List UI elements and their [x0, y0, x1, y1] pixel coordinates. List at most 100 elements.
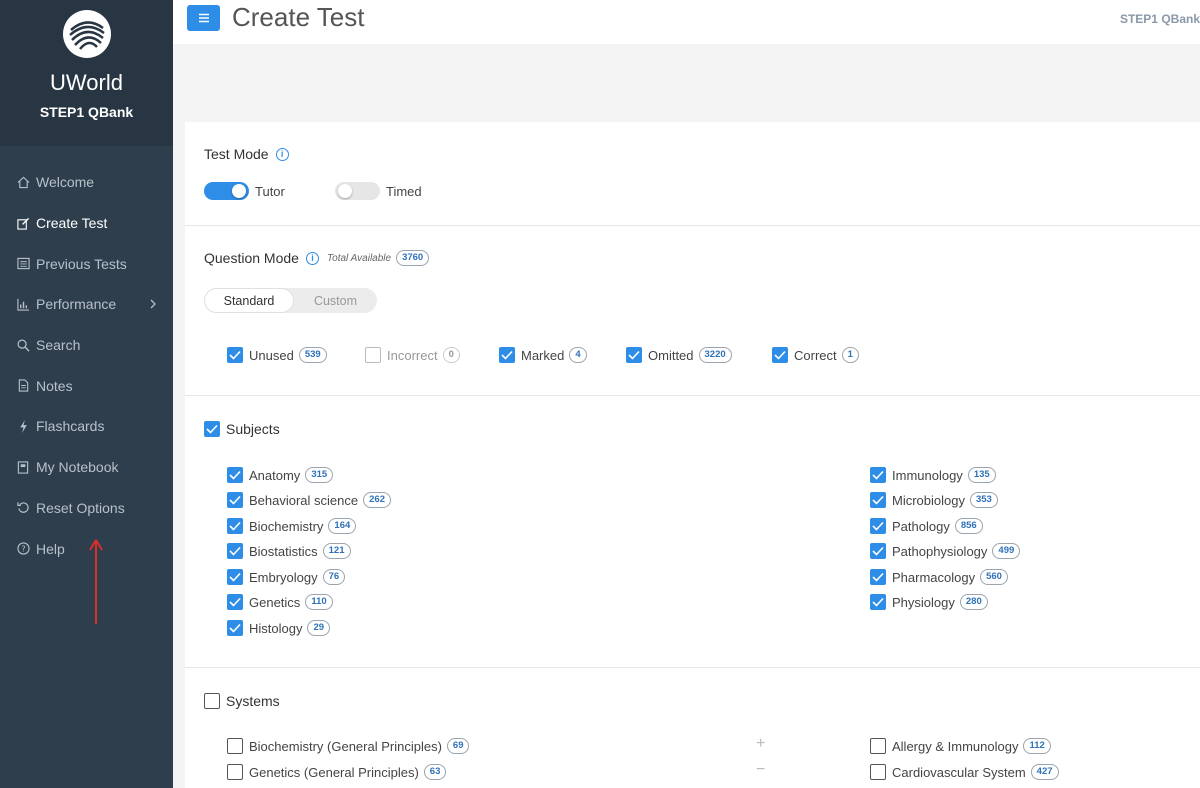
- system-label: Cardiovascular System: [892, 764, 1026, 780]
- checkbox-checked-icon[interactable]: [227, 467, 243, 483]
- collapse-minus-icon[interactable]: −: [756, 761, 765, 779]
- filter-count: 4: [569, 347, 587, 363]
- checkbox-checked-icon[interactable]: [499, 347, 515, 363]
- timed-toggle[interactable]: [335, 182, 380, 200]
- subject-microbiology[interactable]: Microbiology 353: [870, 492, 998, 508]
- sidebar-item-label: Welcome: [36, 174, 95, 191]
- sidebar-item-flashcards[interactable]: Flashcards: [0, 406, 173, 447]
- checkbox-checked-icon[interactable]: [227, 518, 243, 534]
- subject-label: Physiology: [892, 594, 955, 610]
- sidebar-item-notes[interactable]: Notes: [0, 365, 173, 406]
- system-biochemistry-general[interactable]: Biochemistry (General Principles) 69: [227, 738, 470, 754]
- filter-omitted[interactable]: Omitted 3220: [626, 347, 732, 363]
- subject-pathophysiology[interactable]: Pathophysiology 499: [870, 543, 1021, 559]
- help-icon: ?: [16, 542, 30, 556]
- checkbox-unchecked-icon[interactable]: [227, 738, 243, 754]
- checkbox-checked-icon[interactable]: [227, 347, 243, 363]
- system-count: 69: [446, 738, 470, 754]
- tab-standard[interactable]: Standard: [204, 288, 294, 313]
- checkbox-checked-icon[interactable]: [227, 569, 243, 585]
- menu-toggle-button[interactable]: [187, 5, 220, 31]
- subject-count: 135: [967, 467, 996, 483]
- subject-genetics[interactable]: Genetics 110: [227, 594, 333, 610]
- system-cardiovascular[interactable]: Cardiovascular System 427: [870, 764, 1059, 780]
- filter-label: Unused: [249, 347, 294, 363]
- subject-label: Anatomy: [249, 467, 301, 483]
- filter-incorrect[interactable]: Incorrect 0: [365, 347, 460, 363]
- subject-label: Biostatistics: [249, 543, 318, 559]
- subject-biostatistics[interactable]: Biostatistics 121: [227, 543, 351, 559]
- brand-block: UWorld STEP1 QBank: [0, 0, 173, 146]
- checkbox-checked-icon[interactable]: [870, 492, 886, 508]
- info-icon[interactable]: i: [305, 251, 319, 265]
- checkbox-checked-icon[interactable]: [870, 543, 886, 559]
- info-icon[interactable]: i: [275, 147, 289, 161]
- sidebar-item-create-test[interactable]: Create Test: [0, 203, 173, 244]
- filter-label: Omitted: [648, 347, 694, 363]
- search-icon: [16, 338, 30, 352]
- checkbox-checked-icon[interactable]: [772, 347, 788, 363]
- sidebar-item-reset-options[interactable]: Reset Options: [0, 488, 173, 529]
- subject-label: Embryology: [249, 569, 318, 585]
- expand-plus-icon[interactable]: +: [756, 735, 765, 753]
- filter-marked[interactable]: Marked 4: [499, 347, 587, 363]
- total-available-count: 3760: [396, 250, 430, 266]
- subject-biochemistry[interactable]: Biochemistry 164: [227, 518, 357, 534]
- subject-embryology[interactable]: Embryology 76: [227, 569, 346, 585]
- subject-histology[interactable]: Histology 29: [227, 620, 331, 636]
- timed-toggle-row: Timed: [335, 182, 422, 200]
- checkbox-checked-icon[interactable]: [227, 620, 243, 636]
- system-allergy-immunology[interactable]: Allergy & Immunology 112: [870, 738, 1051, 754]
- subject-physiology[interactable]: Physiology 280: [870, 594, 988, 610]
- filter-unused[interactable]: Unused 539: [227, 347, 327, 363]
- checkbox-checked-icon[interactable]: [870, 569, 886, 585]
- checkbox-unchecked-icon[interactable]: [227, 764, 243, 780]
- sidebar-item-search[interactable]: Search: [0, 325, 173, 366]
- test-mode-section: Test Mode i Tutor Timed: [185, 122, 1200, 226]
- checkbox-checked-icon[interactable]: [870, 518, 886, 534]
- checkbox-unchecked-icon[interactable]: [870, 764, 886, 780]
- sidebar-item-performance[interactable]: Performance: [0, 284, 173, 325]
- filter-count: 0: [442, 347, 460, 363]
- system-label: Genetics (General Principles): [249, 764, 419, 780]
- checkbox-checked-icon[interactable]: [870, 594, 886, 610]
- checkbox-checked-icon[interactable]: [227, 594, 243, 610]
- chevron-right-icon: [149, 296, 157, 312]
- home-icon: [16, 175, 30, 189]
- subject-immunology[interactable]: Immunology 135: [870, 467, 996, 483]
- filter-correct[interactable]: Correct 1: [772, 347, 859, 363]
- tab-custom[interactable]: Custom: [294, 288, 377, 313]
- checkbox-checked-icon[interactable]: [227, 543, 243, 559]
- checkbox-unchecked-icon[interactable]: [365, 347, 381, 363]
- subject-pharmacology[interactable]: Pharmacology 560: [870, 569, 1008, 585]
- tutor-toggle[interactable]: [204, 182, 249, 200]
- sidebar: UWorld STEP1 QBank Welcome Create Test P…: [0, 0, 173, 788]
- sidebar-item-previous-tests[interactable]: Previous Tests: [0, 243, 173, 284]
- systems-title: Systems: [226, 693, 280, 709]
- checkbox-checked-icon[interactable]: [870, 467, 886, 483]
- sidebar-nav: Welcome Create Test Previous Tests Perfo…: [0, 162, 173, 569]
- checkbox-unchecked-icon[interactable]: [204, 693, 220, 709]
- sidebar-item-label: Search: [36, 337, 81, 354]
- subject-label: Biochemistry: [249, 518, 324, 534]
- checkbox-checked-icon[interactable]: [227, 492, 243, 508]
- checkbox-unchecked-icon[interactable]: [870, 738, 886, 754]
- systems-header[interactable]: Systems: [204, 693, 280, 709]
- subject-anatomy[interactable]: Anatomy 315: [227, 467, 334, 483]
- sidebar-item-welcome[interactable]: Welcome: [0, 162, 173, 203]
- checkbox-checked-icon[interactable]: [626, 347, 642, 363]
- system-genetics-general[interactable]: Genetics (General Principles) 63: [227, 764, 447, 780]
- subject-label: Genetics: [249, 594, 301, 610]
- subjects-header[interactable]: Subjects: [204, 421, 280, 437]
- checkbox-checked-icon[interactable]: [204, 421, 220, 437]
- subject-pathology[interactable]: Pathology 856: [870, 518, 983, 534]
- sidebar-item-label: Create Test: [36, 215, 108, 232]
- subject-label: Pathology: [892, 518, 950, 534]
- sidebar-item-my-notebook[interactable]: My Notebook: [0, 447, 173, 488]
- reset-icon: [16, 501, 30, 515]
- filter-label: Correct: [794, 347, 837, 363]
- subject-count: 110: [305, 594, 333, 610]
- subject-label: Microbiology: [892, 492, 965, 508]
- subject-behavioral-science[interactable]: Behavioral science 262: [227, 492, 391, 508]
- sidebar-item-label: Performance: [36, 296, 117, 313]
